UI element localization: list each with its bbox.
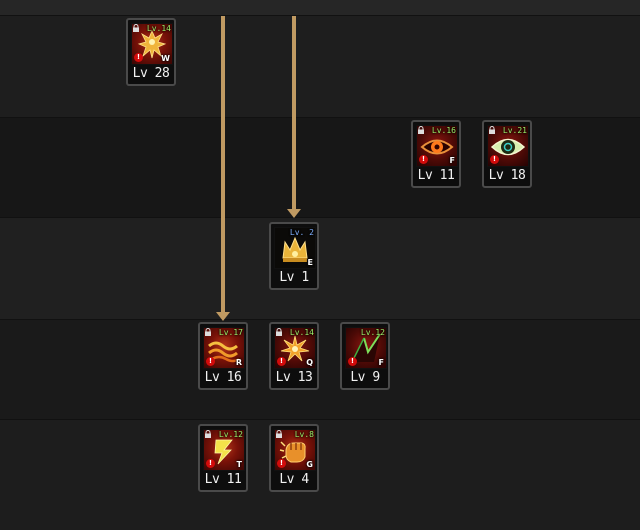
required-level-label: Lv.14 [146, 24, 171, 33]
skill-tier-row [0, 320, 640, 420]
tier-header-strip [0, 0, 640, 16]
required-level-label: Lv.12 [360, 328, 385, 337]
required-level-label: Lv.8 [294, 430, 314, 439]
skill-level-label: Lv 11 [204, 472, 242, 487]
required-level-label: Lv.14 [289, 328, 314, 337]
skill-tier-row [0, 218, 640, 320]
skill-slot[interactable]: Lv.8 ! G Lv 4 [269, 424, 319, 492]
green-spike-icon: Lv.12 ! F [345, 327, 387, 369]
prerequisite-arrow-line [221, 16, 225, 314]
hotkey-label: R [235, 358, 242, 367]
skill-level-label: Lv 28 [132, 66, 170, 81]
skill-slot[interactable]: Lv.21 ! Lv 18 [482, 120, 532, 188]
prerequisite-arrow-line [292, 16, 296, 210]
burst-star-icon: Lv.14 ! Q [274, 327, 316, 369]
flame-wave-icon: Lv.17 ! R [203, 327, 245, 369]
skill-level-label: Lv 1 [279, 270, 309, 285]
warning-icon: ! [206, 357, 215, 366]
skill-tier-row [0, 420, 640, 530]
fist-strike-icon: Lv.8 ! G [274, 429, 316, 471]
required-level-label: Lv.12 [218, 430, 243, 439]
warning-icon: ! [134, 53, 143, 62]
required-level-label: Lv. 2 [289, 228, 314, 237]
green-eye-icon: Lv.21 ! [487, 125, 529, 167]
prerequisite-arrow-head [287, 209, 301, 218]
warning-icon: ! [419, 155, 428, 164]
skill-slot[interactable]: Lv.17 ! R Lv 16 [198, 322, 248, 390]
skill-slot[interactable]: Lv.14 ! Q Lv 13 [269, 322, 319, 390]
spiky-figure-icon: Lv.14 ! W [131, 23, 173, 65]
lightning-bolt-icon: Lv.12 ! T [203, 429, 245, 471]
skill-slot[interactable]: Lv.12 ! F Lv 9 [340, 322, 390, 390]
warning-icon: ! [277, 357, 286, 366]
skill-tier-row [0, 16, 640, 118]
hotkey-label: Q [306, 358, 313, 367]
skill-slot[interactable]: Lv.12 ! T Lv 11 [198, 424, 248, 492]
prerequisite-arrow-head [216, 312, 230, 321]
skill-level-label: Lv 13 [275, 370, 313, 385]
required-level-label: Lv.17 [218, 328, 243, 337]
required-level-label: Lv.16 [431, 126, 456, 135]
warning-icon: ! [206, 459, 215, 468]
skill-level-label: Lv 9 [350, 370, 380, 385]
warning-icon: ! [348, 357, 357, 366]
skill-slot[interactable]: Lv.16 ! F Lv 11 [411, 120, 461, 188]
skill-tier-row [0, 118, 640, 218]
skill-level-label: Lv 4 [279, 472, 309, 487]
hotkey-label: G [306, 460, 313, 469]
warning-icon: ! [490, 155, 499, 164]
hotkey-label: T [236, 460, 242, 469]
skill-level-label: Lv 11 [417, 168, 455, 183]
hotkey-label: F [378, 358, 384, 367]
warning-icon: ! [277, 459, 286, 468]
hotkey-label: F [449, 156, 455, 165]
skill-slot[interactable]: Lv.14 ! W Lv 28 [126, 18, 176, 86]
hotkey-label: W [161, 54, 170, 63]
required-level-label: Lv.21 [502, 126, 527, 135]
skill-level-label: Lv 16 [204, 370, 242, 385]
skill-level-label: Lv 18 [488, 168, 526, 183]
hotkey-label: E [307, 258, 313, 267]
evil-eye-icon: Lv.16 ! F [416, 125, 458, 167]
golden-crown-icon: Lv. 2 E [274, 227, 316, 269]
skill-slot[interactable]: Lv. 2 E Lv 1 [269, 222, 319, 290]
